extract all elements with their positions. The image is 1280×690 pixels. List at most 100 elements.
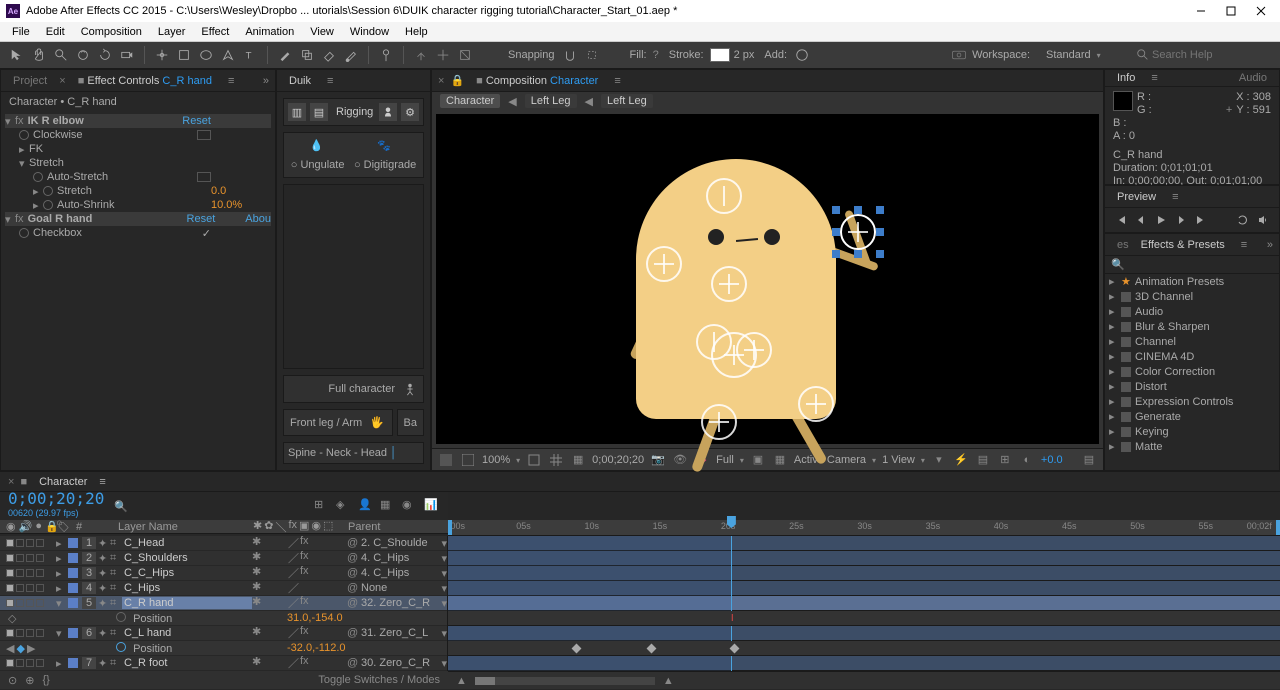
composition-viewport[interactable] (436, 114, 1099, 444)
selection-handle[interactable] (876, 250, 884, 258)
toggle-switches-modes[interactable]: Toggle Switches / Modes (318, 674, 440, 686)
rotation-tool[interactable] (96, 46, 114, 64)
twirl-icon[interactable]: ▸ (56, 537, 68, 550)
orbit-tool[interactable] (74, 46, 92, 64)
selection-handle[interactable] (832, 206, 840, 214)
camera-tool[interactable] (118, 46, 136, 64)
stopwatch-icon[interactable] (43, 186, 53, 196)
panel-menu-icon[interactable]: ≡ (224, 75, 238, 87)
selection-handle[interactable] (832, 250, 840, 258)
presets-tab-partial[interactable]: es (1111, 237, 1129, 253)
play-button[interactable] (1153, 212, 1169, 228)
brush-tool[interactable] (276, 46, 294, 64)
project-tab[interactable]: Project (7, 73, 53, 89)
preset-folder[interactable]: 3D Channel (1135, 291, 1193, 303)
next-frame-button[interactable] (1173, 212, 1189, 228)
flowchart-icon[interactable]: ⊞ (997, 452, 1013, 468)
preset-folder[interactable]: Distort (1135, 381, 1167, 393)
preset-folder[interactable]: Channel (1135, 336, 1176, 348)
minimize-button[interactable] (1188, 2, 1214, 20)
next-key-icon[interactable]: ▶ (27, 642, 35, 655)
crumb-left-leg[interactable]: Left Leg (525, 94, 577, 108)
mask-toggle-icon[interactable]: ▦ (570, 452, 586, 468)
checkbox-goal[interactable]: ✓ (202, 227, 211, 240)
preset-folder[interactable]: Audio (1135, 306, 1163, 318)
time-ruler[interactable]: :00s 05s 10s 15s 20s 25s 30s 35s 40s 45s… (448, 520, 1280, 536)
preset-folder[interactable]: Generate (1135, 411, 1181, 423)
reset-link[interactable]: Reset (182, 115, 211, 127)
preview-tab[interactable]: Preview (1111, 189, 1162, 205)
layer-row[interactable]: ▸ 1 ✦⌗ C_Head ✱／fx @2. C_Shoulde▾ (0, 536, 447, 551)
show-snapshot-icon[interactable]: 👁 (672, 452, 688, 468)
panel-menu-icon[interactable]: ≡ (1147, 72, 1161, 84)
selection-handle[interactable] (876, 206, 884, 214)
comp-current-time[interactable]: 0;00;20;20 (592, 454, 644, 466)
lock-icon[interactable]: 🔒 (450, 74, 464, 87)
preset-folder[interactable]: Keying (1135, 426, 1169, 438)
position-value[interactable]: 31.0,-154.0 (287, 612, 447, 624)
info-tab[interactable]: Info (1111, 70, 1141, 86)
panel-menu-icon[interactable]: ≡ (99, 476, 105, 488)
zoom-in-icon[interactable]: ▲ (663, 675, 674, 687)
resolution-dropdown[interactable]: Full (716, 454, 744, 466)
axis-world-icon[interactable] (434, 46, 452, 64)
selection-handle[interactable] (876, 228, 884, 236)
duik-spine[interactable]: Spine - Neck - Head │ (283, 442, 424, 464)
visibility-toggle[interactable] (6, 539, 14, 547)
comp-tab-close[interactable]: × (438, 75, 444, 87)
duik-rigging-icon[interactable]: ▥ (288, 103, 306, 121)
zoom-dropdown[interactable]: 100% (482, 454, 520, 466)
grid-icon[interactable] (548, 452, 564, 468)
type-tool[interactable]: T (241, 46, 259, 64)
label-color[interactable] (68, 538, 78, 548)
zoom-out-icon[interactable]: ▲ (456, 675, 467, 687)
layer-name[interactable]: C_Head (122, 537, 252, 549)
timeline-icon[interactable]: ▤ (975, 452, 991, 468)
add-keyframe-icon[interactable]: ◇ (8, 612, 16, 625)
prop-fk[interactable]: FK (29, 143, 271, 155)
preset-folder[interactable]: Expression Controls (1135, 396, 1233, 408)
work-area-end[interactable] (1276, 520, 1280, 535)
layer-row[interactable]: ▸ 3 ✦⌗ C_C_Hips ✱／fx @4. C_Hips▾ (0, 566, 447, 581)
preset-folder[interactable]: CINEMA 4D (1135, 351, 1194, 363)
controller-l-hand[interactable] (646, 246, 682, 282)
snapping-toggle[interactable] (561, 46, 579, 64)
timeline-search-icon[interactable]: 🔍 (114, 500, 128, 513)
twirl-icon[interactable]: ▸ (1109, 425, 1121, 438)
parent-dropdown[interactable]: ▾ (441, 537, 447, 550)
add-button[interactable] (793, 46, 811, 64)
keyframe[interactable] (646, 644, 656, 654)
comp-footer-menu[interactable]: ▤ (1081, 452, 1097, 468)
eraser-tool[interactable] (320, 46, 338, 64)
timeline-footer-icon[interactable]: ⊙ (8, 674, 17, 687)
layer-row-selected[interactable]: ▾ 5 ✦⌗ C_R hand ✱／fx @32. Zero_C_R▾ (0, 596, 447, 611)
twirl-icon[interactable]: ▸ (1109, 410, 1121, 423)
fx-badge[interactable]: fx (15, 213, 24, 225)
twirl-icon[interactable]: ▸ (1109, 290, 1121, 303)
shy-toggle-icon[interactable]: 👤 (358, 498, 374, 514)
controller-c-hips[interactable] (736, 332, 772, 368)
duik-digitigrade-option[interactable]: 🐾 ○ Digitigrade (354, 139, 416, 171)
add-keyframe-icon[interactable]: ◆ (16, 642, 24, 655)
channel-icon[interactable] (460, 452, 476, 468)
stroke-width[interactable]: 2 px (734, 49, 755, 61)
frame-blend-icon[interactable]: ▦ (380, 498, 396, 514)
layer-row[interactable]: ▸ 2 ✦⌗ C_Shoulders ✱／fx @4. C_Hips▾ (0, 551, 447, 566)
maximize-button[interactable] (1218, 2, 1244, 20)
twirl-icon[interactable]: ▾ (5, 213, 15, 226)
duik-anim-icon[interactable]: ▤ (310, 103, 328, 121)
keyframe[interactable] (729, 644, 739, 654)
stopwatch-icon[interactable] (116, 612, 126, 622)
col-visibility-icon[interactable]: ◉ (6, 520, 16, 533)
mute-button[interactable] (1255, 212, 1271, 228)
layer-row[interactable]: ▸ 7 ✦⌗ C_R foot ✱／fx @30. Zero_C_R▾ (0, 656, 447, 671)
transparency-grid-icon[interactable]: ▦ (772, 452, 788, 468)
prop-stretch-group[interactable]: Stretch (29, 157, 271, 169)
effect-controls-tab[interactable]: ■ Effect Controls C_R hand (72, 73, 218, 89)
twirl-icon[interactable]: ▸ (33, 199, 43, 212)
col-audio-icon[interactable]: 🔊 (19, 520, 33, 533)
rect-tool[interactable] (175, 46, 193, 64)
checkbox-clockwise[interactable] (197, 130, 211, 140)
alpha-toggle-icon[interactable] (438, 452, 454, 468)
checkbox-auto-stretch[interactable] (197, 172, 211, 182)
